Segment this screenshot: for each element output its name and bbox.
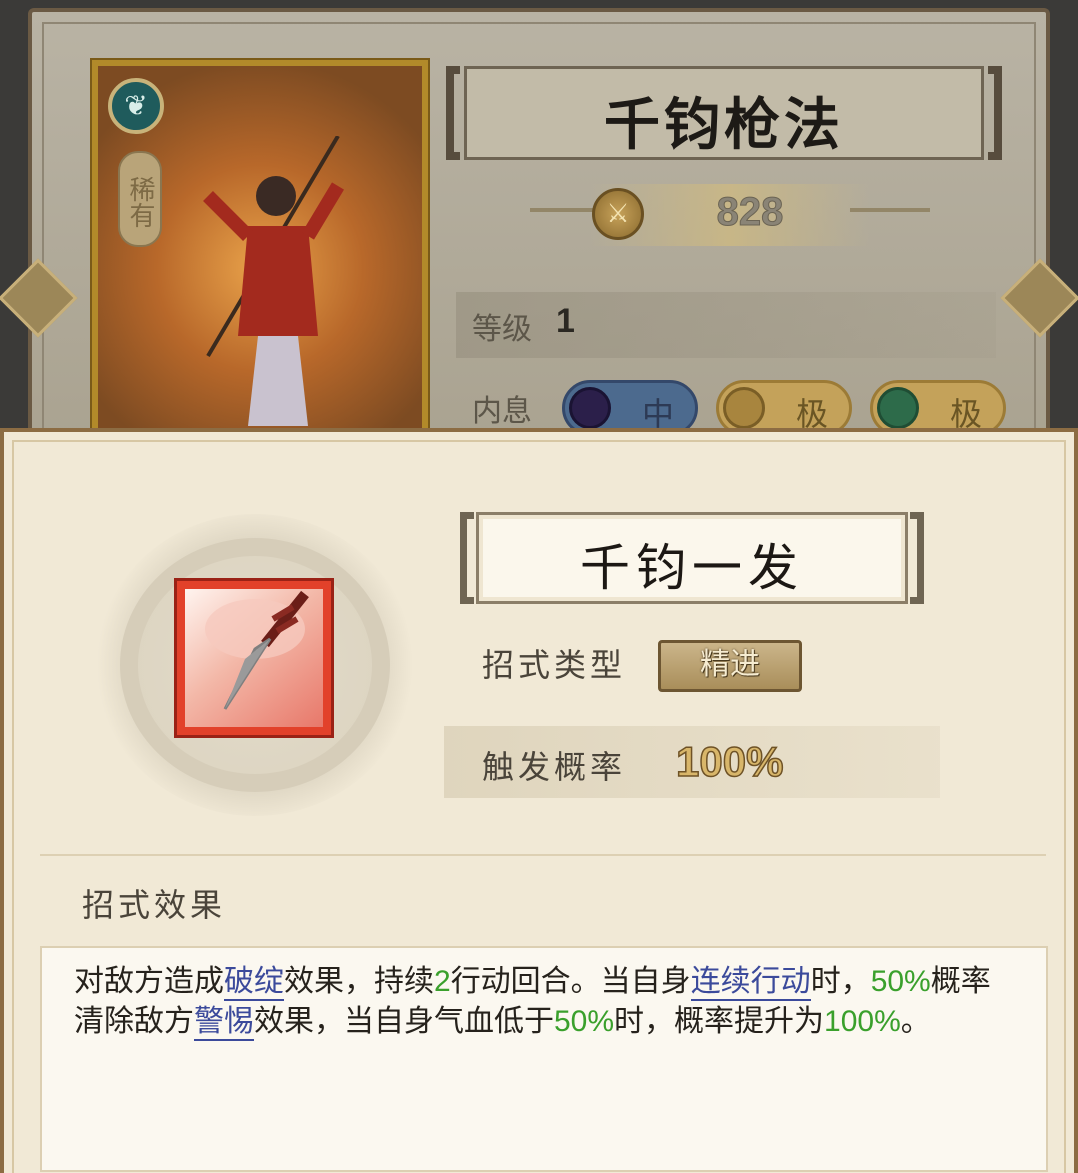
effect-text: 行动回合。当自身 <box>450 964 691 999</box>
spear-tip-icon <box>205 590 309 710</box>
jade-orb-icon <box>877 387 919 429</box>
effect-number: 100% <box>824 1005 901 1038</box>
effect-text: 。 <box>900 1004 931 1039</box>
character-card[interactable]: ❦ 稀有 <box>92 60 428 440</box>
rarity-badge: 稀有 <box>118 151 162 247</box>
effect-number: 50% <box>554 1005 615 1038</box>
skill-title-box: 千钧枪法 <box>446 66 1002 160</box>
effect-text: 时，概率提升为 <box>614 1004 825 1039</box>
skill-name: 千钧枪法 <box>604 92 844 158</box>
moon-orb-icon <box>569 387 611 429</box>
sword-medal-icon: ⚔ <box>592 188 644 240</box>
level-value: 1 <box>556 302 575 340</box>
keyword-link[interactable]: 警惕 <box>194 1004 254 1041</box>
effect-text: 时， <box>810 964 871 999</box>
effect-text: 效果，持续 <box>284 964 434 999</box>
effect-number: 50% <box>870 965 931 998</box>
move-type-label: 招式类型 <box>482 646 627 684</box>
skill-power: 828 <box>716 190 784 235</box>
move-title-box: 千钧一发 <box>460 512 924 604</box>
level-row: 等级 1 <box>456 292 996 358</box>
effect-text: 对敌方造成 <box>74 964 224 999</box>
effect-text: 效果，当自身气血低于 <box>254 1004 554 1039</box>
effect-label: 招式效果 <box>82 886 227 924</box>
spear-strike-icon[interactable] <box>174 578 334 738</box>
power-row: ⚔ 828 <box>510 180 950 250</box>
fan-emblem-icon: ❦ <box>108 78 164 134</box>
keyword-link[interactable]: 连续行动 <box>690 964 811 1001</box>
ornament-right <box>850 208 930 212</box>
skill-icon-art <box>185 589 323 727</box>
move-type-badge: 精进 <box>658 640 802 692</box>
move-detail-popup: 千钧一发 招式类型 精进 触发概率 100% 招式效果 对敌方造成破绽效果，持续… <box>0 428 1078 1173</box>
trigger-rate-label: 触发概率 <box>482 748 627 786</box>
keyword-link[interactable]: 破绽 <box>224 964 284 1001</box>
character-portrait <box>203 136 345 426</box>
effect-number: 2 <box>434 965 451 998</box>
neixi-label: 内息 <box>472 394 532 429</box>
move-name: 千钧一发 <box>580 539 804 597</box>
level-label: 等级 <box>472 312 532 347</box>
trigger-rate-value: 100% <box>675 737 784 786</box>
divider <box>40 854 1046 856</box>
trigger-rate-row: 触发概率 100% <box>444 726 940 798</box>
effect-description: 对敌方造成破绽效果，持续2行动回合。当自身连续行动时，50%概率清除敌方警惕效果… <box>74 962 994 1042</box>
effect-description-box: 对敌方造成破绽效果，持续2行动回合。当自身连续行动时，50%概率清除敌方警惕效果… <box>40 946 1048 1172</box>
sun-orb-icon <box>723 387 765 429</box>
